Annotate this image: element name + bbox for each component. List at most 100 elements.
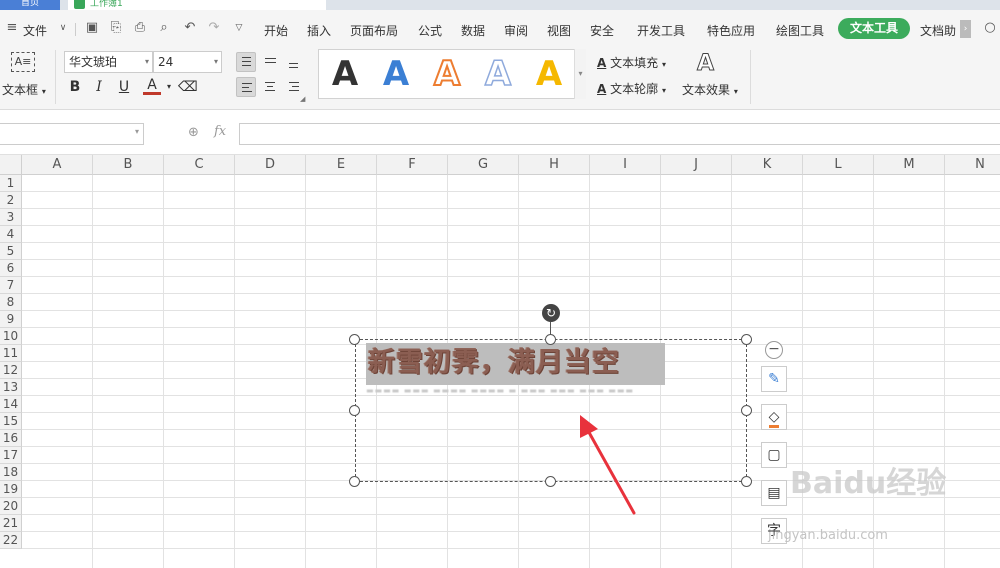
name-box[interactable]: ▾ <box>0 123 144 145</box>
bold-button[interactable]: B <box>66 77 84 97</box>
row-header[interactable]: 12 <box>0 362 22 379</box>
save-icon[interactable]: ▣ <box>84 20 100 36</box>
select-all-corner[interactable] <box>0 155 22 175</box>
textbox-button[interactable]: 文本框 ▾ <box>2 81 46 98</box>
align-right-button[interactable] <box>284 77 304 97</box>
row-header[interactable]: 13 <box>0 379 22 396</box>
collapse-toolbar-icon[interactable]: − <box>765 341 783 359</box>
column-header[interactable]: H <box>519 155 590 175</box>
resize-handle-left[interactable] <box>349 405 360 416</box>
resize-handle-right[interactable] <box>741 405 752 416</box>
redo-icon[interactable]: ↷ <box>206 20 222 36</box>
style-preset-orange-outline[interactable]: A <box>422 50 472 98</box>
row-header[interactable]: 9 <box>0 311 22 328</box>
row-header[interactable]: 2 <box>0 192 22 209</box>
text-outline-button[interactable]: A 文本轮廓 ▾ <box>597 80 666 97</box>
paragraph-launcher-icon[interactable]: ◢ <box>300 95 305 103</box>
chevron-down-icon[interactable]: ∨ <box>55 20 71 36</box>
row-header[interactable]: 22 <box>0 532 22 549</box>
row-header[interactable]: 14 <box>0 396 22 413</box>
row-header[interactable]: 7 <box>0 277 22 294</box>
resize-handle-top-right[interactable] <box>741 334 752 345</box>
menu-features[interactable]: 特色应用 <box>707 22 755 39</box>
text-effect-icon[interactable]: A <box>696 51 714 77</box>
row-header[interactable]: 19 <box>0 481 22 498</box>
formula-input[interactable] <box>239 123 1000 145</box>
row-header[interactable]: 20 <box>0 498 22 515</box>
align-center-button[interactable] <box>260 77 280 97</box>
text-effect-button[interactable]: 文本效果 ▾ <box>682 81 738 98</box>
align-middle-button[interactable] <box>260 52 280 72</box>
shape-outline-icon[interactable]: ▢ <box>761 442 787 468</box>
column-header[interactable]: L <box>803 155 874 175</box>
search-icon[interactable]: ○ <box>982 20 998 36</box>
align-bottom-button[interactable] <box>284 52 304 72</box>
column-header[interactable]: M <box>874 155 945 175</box>
layout-options-icon[interactable]: ▤ <box>761 480 787 506</box>
row-header[interactable]: 5 <box>0 243 22 260</box>
row-header[interactable]: 21 <box>0 515 22 532</box>
menu-page-layout[interactable]: 页面布局 <box>350 22 398 39</box>
row-header[interactable]: 1 <box>0 175 22 192</box>
rotate-handle-icon[interactable]: ↻ <box>542 304 560 322</box>
menu-insert[interactable]: 插入 <box>307 22 331 39</box>
column-header[interactable]: B <box>93 155 164 175</box>
style-preset-blue-outline[interactable]: A <box>473 50 523 98</box>
font-name-select[interactable]: 华文琥珀 ▾ <box>64 51 153 73</box>
zoom-search-icon[interactable]: ⊕ <box>188 125 199 140</box>
align-left-button[interactable] <box>236 77 256 97</box>
print-preview-icon[interactable]: ⌕ <box>156 20 172 36</box>
resize-handle-bottom-left[interactable] <box>349 476 360 487</box>
undo-icon[interactable]: ↶ <box>182 20 198 36</box>
style-preset-blue[interactable]: A <box>371 50 421 98</box>
menu-doc-assistant[interactable]: 文档助 <box>920 22 956 39</box>
row-header[interactable]: 4 <box>0 226 22 243</box>
gallery-more-button[interactable]: ▾ <box>574 49 586 99</box>
menu-text-tools[interactable]: 文本工具 <box>838 18 910 39</box>
style-preset-black[interactable]: A <box>320 50 370 98</box>
resize-handle-top[interactable] <box>545 334 556 345</box>
row-header[interactable]: 16 <box>0 430 22 447</box>
textbox-icon[interactable]: A≡ <box>11 52 35 72</box>
row-header[interactable]: 17 <box>0 447 22 464</box>
column-header[interactable]: C <box>164 155 235 175</box>
print-icon[interactable]: ⎙ <box>132 20 148 36</box>
row-header[interactable]: 10 <box>0 328 22 345</box>
text-box-content[interactable]: 新雪初霁，满月当空 <box>366 343 665 385</box>
column-header[interactable]: I <box>590 155 661 175</box>
format-painter-icon[interactable]: ⎘ <box>108 20 124 36</box>
row-header[interactable]: 18 <box>0 464 22 481</box>
row-header[interactable]: 3 <box>0 209 22 226</box>
menu-home[interactable]: 开始 <box>264 22 288 39</box>
row-header[interactable]: 15 <box>0 413 22 430</box>
tab-workbook[interactable]: 工作簿1 <box>68 0 326 10</box>
font-color-dropdown[interactable]: ▾ <box>160 77 178 97</box>
fx-icon[interactable]: fx <box>214 124 226 139</box>
column-header[interactable]: N <box>945 155 1000 175</box>
menu-developer[interactable]: 开发工具 <box>637 22 685 39</box>
resize-handle-bottom-right[interactable] <box>741 476 752 487</box>
column-header[interactable]: G <box>448 155 519 175</box>
menu-view[interactable]: 视图 <box>547 22 571 39</box>
menu-drawing-tools[interactable]: 绘图工具 <box>776 22 824 39</box>
style-preset-yellow[interactable]: A <box>524 50 574 98</box>
eraser-icon[interactable]: ⌫ <box>178 77 198 97</box>
column-header[interactable]: E <box>306 155 377 175</box>
brush-style-icon[interactable]: ✎ <box>761 366 787 392</box>
italic-button[interactable]: I <box>90 77 108 97</box>
font-color-button[interactable]: A <box>143 77 161 95</box>
column-header[interactable]: A <box>22 155 93 175</box>
row-header[interactable]: 8 <box>0 294 22 311</box>
underline-button[interactable]: U <box>115 77 133 97</box>
column-header[interactable]: D <box>235 155 306 175</box>
customize-chevron-icon[interactable]: ▽ <box>231 20 247 36</box>
text-fill-button[interactable]: A 文本填充 ▾ <box>597 54 666 71</box>
menu-scroll-right[interactable]: › <box>960 20 971 38</box>
row-header[interactable]: 11 <box>0 345 22 362</box>
menu-review[interactable]: 审阅 <box>504 22 528 39</box>
font-size-select[interactable]: 24 ▾ <box>153 51 222 73</box>
column-header[interactable]: J <box>661 155 732 175</box>
row-header[interactable]: 6 <box>0 260 22 277</box>
tab-home[interactable]: 首页 <box>0 0 60 10</box>
menu-data[interactable]: 数据 <box>461 22 485 39</box>
